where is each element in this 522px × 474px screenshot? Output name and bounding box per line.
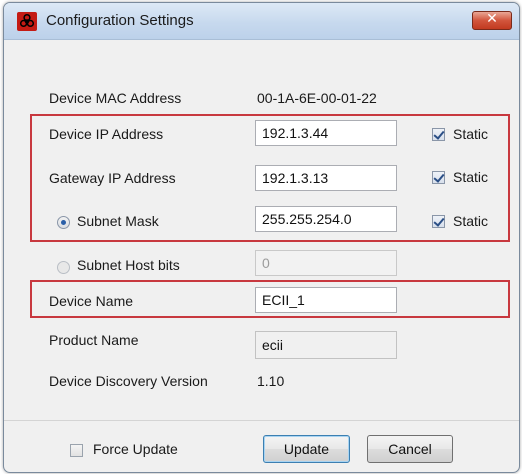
device-name-field[interactable] — [255, 287, 397, 313]
device-name-label: Device Name — [49, 293, 134, 309]
subnet-mask-label: Subnet Mask — [77, 213, 159, 229]
footer-divider — [4, 420, 519, 421]
subnet-mask-static-checkbox[interactable] — [432, 215, 445, 228]
product-name-field[interactable] — [255, 331, 397, 359]
dialog-body: Device MAC Address 00-1A-6E-00-01-22 Dev… — [4, 40, 519, 472]
device-ip-field[interactable] — [255, 120, 397, 146]
product-name-label: Product Name — [49, 332, 139, 348]
device-ip-static-checkbox[interactable] — [432, 128, 445, 141]
cancel-button[interactable]: Cancel — [367, 435, 453, 463]
gateway-ip-static-checkbox[interactable] — [432, 171, 445, 184]
force-update-label: Force Update — [93, 441, 178, 457]
close-button[interactable]: ✕ — [472, 11, 512, 30]
device-ip-label: Device IP Address — [49, 126, 164, 142]
subnet-host-bits-radio[interactable] — [57, 261, 70, 274]
subnet-mask-static-label: Static — [453, 213, 489, 229]
update-button[interactable]: Update — [263, 435, 350, 463]
window-title: Configuration Settings — [46, 12, 194, 29]
discovery-version-label: Device Discovery Version — [49, 373, 208, 389]
device-mac-value: 00-1A-6E-00-01-22 — [257, 90, 377, 106]
subnet-host-bits-field[interactable] — [255, 250, 397, 276]
biohazard-icon — [17, 12, 37, 31]
gateway-ip-label: Gateway IP Address — [49, 170, 176, 186]
force-update-checkbox[interactable] — [70, 444, 83, 457]
configuration-dialog: Configuration Settings ✕ Device MAC Addr… — [3, 2, 520, 473]
device-ip-static-label: Static — [453, 126, 489, 142]
subnet-mask-radio[interactable] — [57, 216, 70, 229]
subnet-mask-field[interactable] — [255, 206, 397, 232]
gateway-ip-static-label: Static — [453, 169, 489, 185]
subnet-host-bits-label: Subnet Host bits — [77, 257, 180, 273]
title-bar[interactable]: Configuration Settings ✕ — [4, 3, 519, 40]
device-mac-label: Device MAC Address — [49, 90, 182, 106]
gateway-ip-field[interactable] — [255, 165, 397, 191]
close-icon: ✕ — [486, 11, 498, 27]
discovery-version-value: 1.10 — [257, 373, 285, 389]
